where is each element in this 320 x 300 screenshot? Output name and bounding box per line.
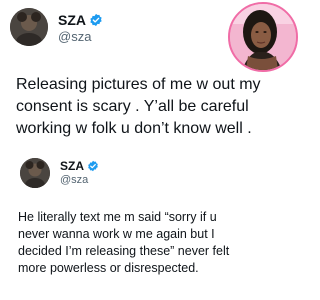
avatar[interactable] xyxy=(20,158,50,188)
tweet-text-line: decided I’m releasing these” never felt xyxy=(18,244,230,258)
user-handle[interactable]: @sza xyxy=(60,174,88,187)
tweet-text-line: working w folk u don’t know well . xyxy=(16,120,252,137)
verified-badge-icon xyxy=(87,160,99,175)
inset-photo-image xyxy=(230,4,296,70)
tweet-text-line: never wanna work w me again but I xyxy=(18,227,215,241)
display-name[interactable]: SZA xyxy=(60,159,99,175)
display-name[interactable]: SZA xyxy=(58,12,103,30)
display-name-text: SZA xyxy=(58,12,86,28)
verified-badge-icon xyxy=(89,13,103,30)
tweet-text-line: Releasing pictures of me w out my xyxy=(16,76,261,93)
tweet-text-line: more powerless or disrespected. xyxy=(18,261,199,275)
quoted-tweet: SZA @sza He literally text me m said “so… xyxy=(0,152,300,300)
inset-photo xyxy=(228,2,298,72)
tweet-text-line: He literally text me m said “sorry if u xyxy=(18,210,217,224)
avatar-photo xyxy=(20,158,50,188)
avatar[interactable] xyxy=(10,8,48,46)
user-handle[interactable]: @sza xyxy=(58,29,91,44)
tweet-text: He literally text me m said “sorry if u … xyxy=(18,209,294,277)
avatar-photo xyxy=(10,8,48,46)
display-name-text: SZA xyxy=(60,159,84,173)
screenshot-canvas: SZA @sza Releasing pictures of me w out … xyxy=(0,0,300,300)
tweet-text: Releasing pictures of me w out my consen… xyxy=(16,74,296,140)
tweet-text-line: consent is scary . Y’all be careful xyxy=(16,98,249,115)
